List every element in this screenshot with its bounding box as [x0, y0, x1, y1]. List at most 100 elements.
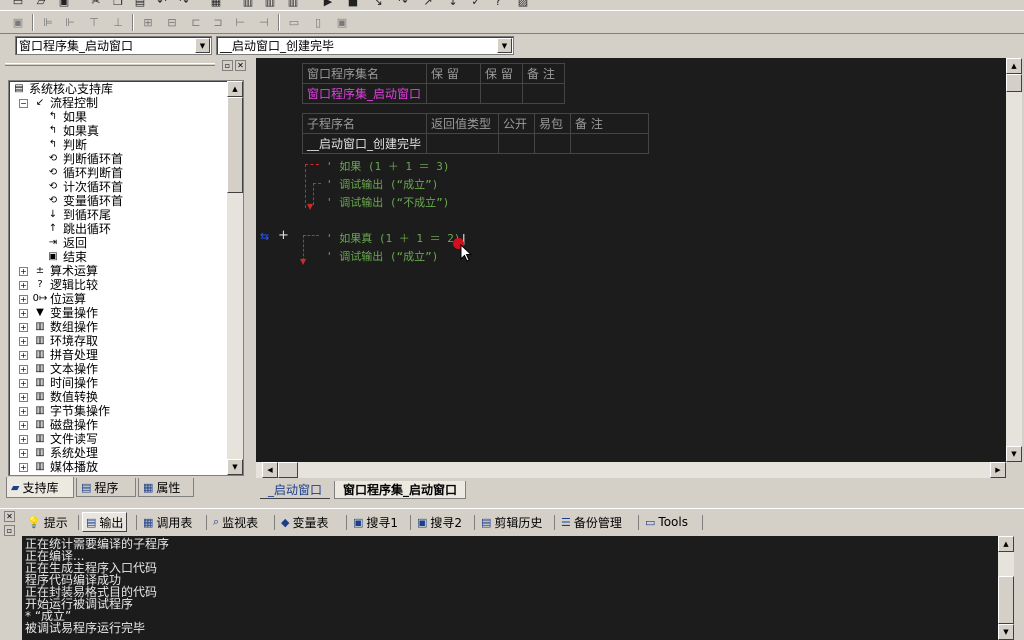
scroll-down-icon[interactable]: ▼ — [227, 459, 243, 475]
collapse-icon[interactable]: − — [19, 98, 28, 108]
expand-icon[interactable]: + — [19, 294, 28, 304]
tab-search-2[interactable]: ▣ 搜寻2 — [414, 512, 465, 532]
expand-plus-icon[interactable]: + — [278, 228, 289, 243]
tab-variables[interactable]: ◆ 变量表 — [278, 512, 331, 532]
new-file-icon[interactable]: ▭ — [10, 0, 26, 9]
scroll-left-icon[interactable]: ◀ — [262, 462, 278, 478]
tree-category[interactable]: + ▼ 变量操作 — [19, 306, 98, 320]
run-icon[interactable]: ▶ — [320, 0, 336, 9]
class-select[interactable]: 窗口程序集_启动窗口 ▼ — [15, 36, 212, 55]
epackage-cell[interactable] — [534, 133, 571, 154]
expand-icon[interactable]: + — [19, 350, 28, 360]
expand-icon[interactable]: + — [19, 420, 28, 430]
code-line[interactable]: ' 调试输出 (“不成立”) — [326, 194, 449, 210]
tree-category[interactable]: +? 逻辑比较 — [19, 278, 98, 292]
tree-category[interactable]: + ▥ 系统处理 — [19, 446, 98, 460]
align-center-h-icon[interactable]: ⊩ — [62, 14, 78, 30]
tree-group[interactable]: − ↙ 流程控制 — [19, 96, 98, 110]
expand-icon[interactable]: + — [19, 448, 28, 458]
tab-class-module[interactable]: 窗口程序集_启动窗口 — [334, 481, 467, 499]
scroll-thumb[interactable] — [278, 462, 298, 478]
tree-item[interactable]: ↰ 如果 — [45, 110, 87, 124]
tab-hint[interactable]: 💡 提示 — [24, 512, 71, 532]
step-over-icon[interactable]: ↷ — [395, 0, 411, 9]
help-icon[interactable]: ? — [490, 0, 506, 9]
sub-name-cell[interactable]: __启动窗口_创建完毕 — [302, 133, 427, 154]
tree-category[interactable]: + ▥ 环境存取 — [19, 334, 98, 348]
restore-icon[interactable]: ▫ — [222, 60, 233, 71]
tree-category[interactable]: + ▥ 数值转换 — [19, 390, 98, 404]
close-icon[interactable]: ✕ — [235, 60, 246, 71]
save-icon[interactable]: ▣ — [56, 0, 72, 9]
tree-category[interactable]: + ▥ 文件读写 — [19, 432, 98, 446]
scroll-up-icon[interactable]: ▲ — [998, 536, 1014, 552]
expand-icon[interactable]: + — [19, 406, 28, 416]
tab-clip-history[interactable]: ▤ 剪辑历史 — [478, 512, 545, 532]
tab-search-1[interactable]: ▣ 搜寻1 — [350, 512, 401, 532]
panel-grip[interactable] — [5, 63, 215, 66]
redo-icon[interactable]: ↷ — [176, 0, 192, 9]
scroll-thumb[interactable] — [1006, 74, 1022, 92]
code-line[interactable]: ' 如果真 (1 ＋ 1 ＝ 2)| — [326, 230, 467, 246]
step-out-icon[interactable]: ↗ — [420, 0, 436, 9]
run-to-cursor-icon[interactable]: ↧ — [445, 0, 461, 9]
center-vertical-icon[interactable]: ⊟ — [164, 14, 180, 30]
expand-icon[interactable]: + — [19, 434, 28, 444]
chevron-down-icon[interactable]: ▼ — [497, 38, 512, 53]
scroll-down-icon[interactable]: ▼ — [998, 624, 1014, 640]
align-bottom-icon[interactable]: ⊥ — [110, 14, 126, 30]
remark-cell[interactable] — [570, 133, 649, 154]
paste-icon[interactable]: ▤ — [132, 0, 148, 9]
tree-category[interactable]: + ▥ 拼音处理 — [19, 348, 98, 362]
sub-select[interactable]: __启动窗口_创建完毕 ▼ — [216, 36, 514, 55]
grid-icon[interactable]: ▣ — [10, 14, 26, 30]
tree-item[interactable]: ↰ 判断 — [45, 138, 87, 152]
editor-vertical-scrollbar[interactable]: ▲ ▼ — [1006, 58, 1022, 462]
scroll-down-icon[interactable]: ▼ — [1006, 446, 1022, 462]
tree-item[interactable]: ⇥ 返回 — [45, 236, 87, 250]
stop-icon[interactable]: ■ — [345, 0, 361, 9]
tree-item[interactable]: ↓ 到循环尾 — [45, 208, 111, 222]
layout-1-icon[interactable]: ▥ — [240, 0, 256, 9]
tab-properties[interactable]: ▦ 属性 — [138, 478, 194, 497]
expand-icon[interactable]: + — [19, 322, 28, 332]
step-into-icon[interactable]: ↘ — [370, 0, 386, 9]
align-left-icon[interactable]: ⊫ — [40, 14, 56, 30]
reserved-cell[interactable] — [480, 83, 523, 104]
tree-root[interactable]: ▤ 系统核心支持库 — [11, 82, 113, 96]
layout-3-icon[interactable]: ▥ — [285, 0, 301, 9]
expand-icon[interactable]: + — [19, 462, 28, 472]
tree-category[interactable]: + ▥ 磁盘操作 — [19, 418, 98, 432]
find-icon[interactable]: ▦ — [208, 0, 224, 9]
cut-icon[interactable]: ✂ — [88, 0, 104, 9]
size-both-icon[interactable]: ▣ — [334, 14, 350, 30]
public-cell[interactable] — [498, 133, 535, 154]
code-line[interactable]: ' 调试输出 (“成立”) — [326, 248, 438, 264]
tree-item[interactable]: ↰ 如果真 — [45, 124, 99, 138]
align-top-icon[interactable]: ⊤ — [86, 14, 102, 30]
tree-category[interactable]: + ▥ 文本操作 — [19, 362, 98, 376]
tree-category[interactable]: + ▥ 数组操作 — [19, 320, 98, 334]
expand-icon[interactable]: + — [19, 364, 28, 374]
breakpoint-icon[interactable]: ✓ — [468, 0, 484, 9]
expand-icon[interactable]: + — [19, 378, 28, 388]
return-type-cell[interactable] — [426, 133, 499, 154]
tree-item[interactable]: ⟲ 判断循环首 — [45, 152, 123, 166]
size-height-icon[interactable]: ▯ — [310, 14, 326, 30]
space-horizontal-icon[interactable]: ⊢ — [232, 14, 248, 30]
tree-item[interactable]: ▣ 结束 — [45, 250, 87, 264]
tree-item[interactable]: ⟲ 变量循环首 — [45, 194, 123, 208]
size-width-icon[interactable]: ▭ — [286, 14, 302, 30]
expand-icon[interactable]: + — [19, 266, 28, 276]
close-icon[interactable]: ✕ — [4, 511, 15, 522]
output-console[interactable]: 正在统计需要编译的子程序 正在编译... 正在生成主程序入口代码 程序代码编译成功 正在… — [22, 536, 998, 640]
tab-backup[interactable]: ☰ 备份管理 — [558, 512, 625, 532]
scroll-thumb[interactable] — [998, 576, 1014, 624]
layout-2-icon[interactable]: ▥ — [262, 0, 278, 9]
tab-watch[interactable]: ⌕ 监视表 — [210, 512, 261, 532]
tree-item[interactable]: ⟲ 循环判断首 — [45, 166, 123, 180]
editor-horizontal-scrollbar[interactable]: ◀ ▶ — [256, 462, 1006, 478]
scroll-up-icon[interactable]: ▲ — [1006, 58, 1022, 74]
tab-library[interactable]: ▰ 支持库 — [6, 477, 74, 498]
scroll-right-icon[interactable]: ▶ — [990, 462, 1006, 478]
